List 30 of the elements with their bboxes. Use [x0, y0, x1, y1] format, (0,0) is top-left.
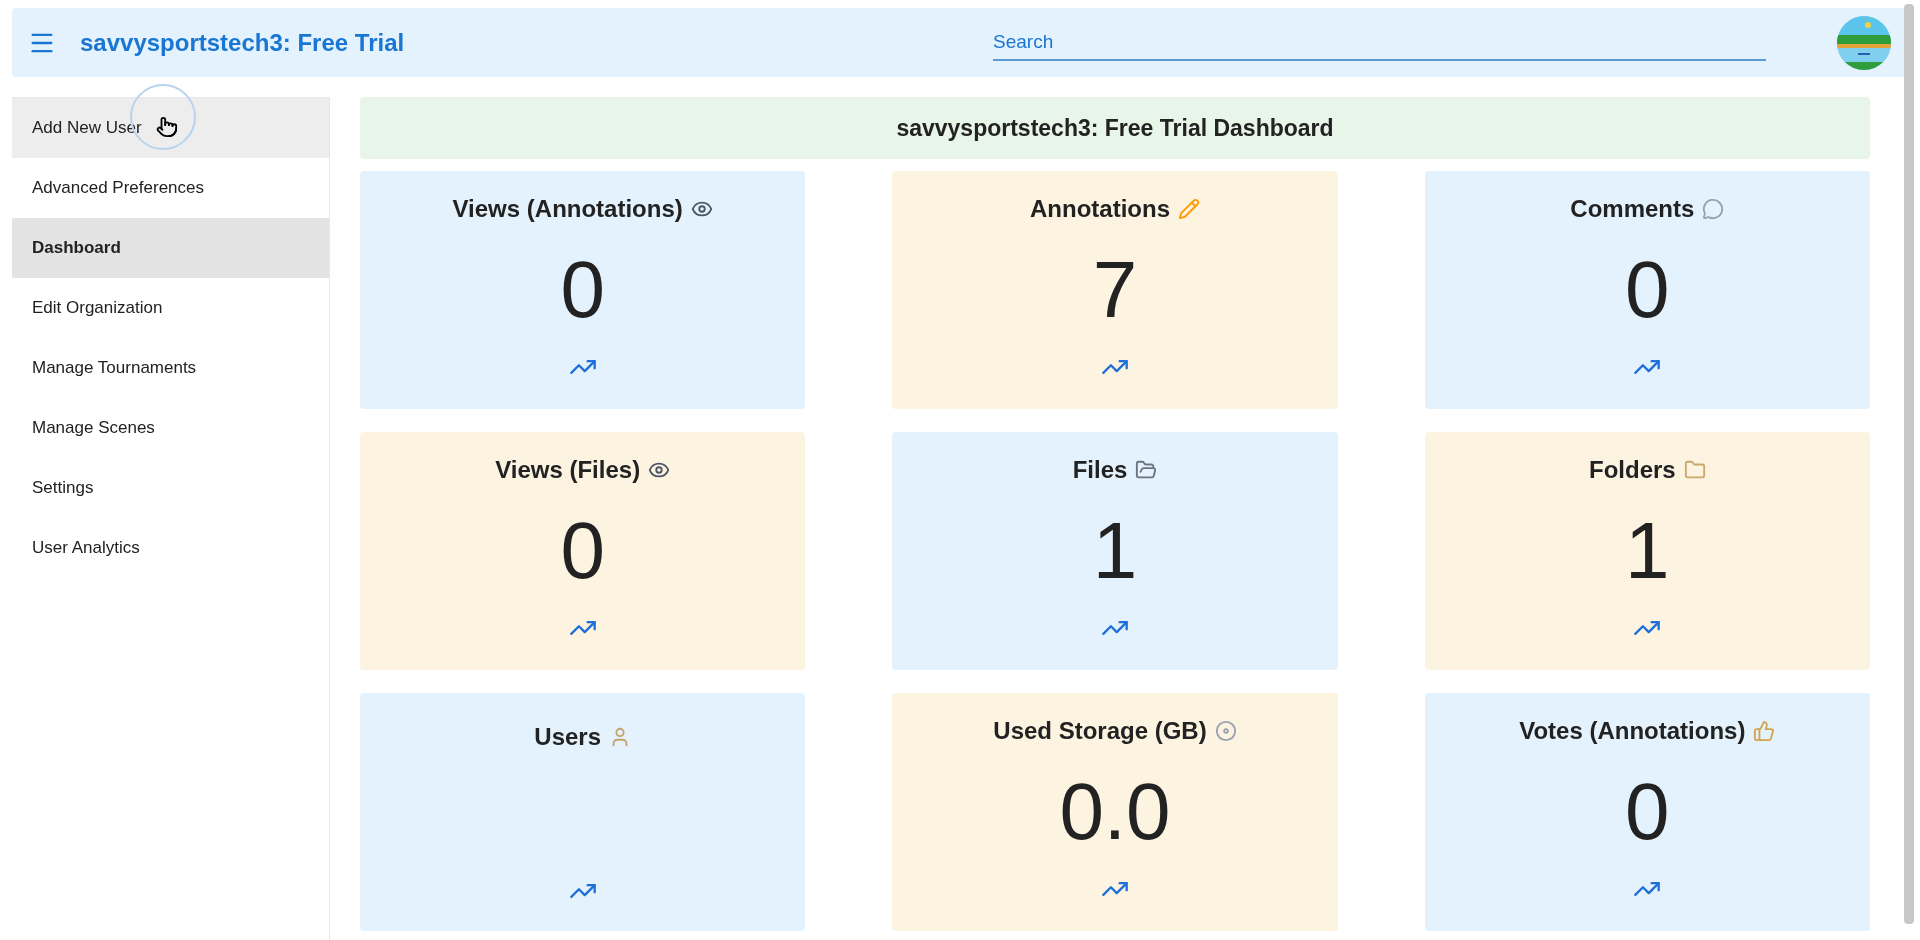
- card-title: Users: [534, 722, 601, 752]
- scrollbar[interactable]: [1904, 4, 1914, 924]
- speech-bubble-icon: [1702, 198, 1725, 220]
- hand-cursor-icon: [156, 116, 178, 138]
- card-title: Votes (Annotations): [1519, 716, 1746, 746]
- folder-icon: [1135, 459, 1158, 481]
- card-title: Annotations: [1030, 194, 1170, 224]
- card-value: 0.0: [1059, 766, 1171, 858]
- dashboard-title: savvysportstech3: Free Trial Dashboard: [360, 97, 1870, 159]
- app-title: savvysportstech3: Free Trial: [80, 27, 406, 58]
- pencil-icon: [1178, 198, 1200, 220]
- card-value: 1: [1092, 505, 1138, 597]
- card-title: Folders: [1589, 455, 1676, 485]
- thumbs-up-icon: [1753, 720, 1776, 742]
- card-title: Comments: [1570, 194, 1695, 224]
- card-value: 7: [1092, 244, 1138, 336]
- card-value: 1: [1625, 505, 1670, 597]
- sidebar-item[interactable]: Add New User: [12, 98, 329, 158]
- disc-icon: [1214, 720, 1237, 742]
- card-value: 0: [1625, 766, 1670, 858]
- card-value: 0: [1625, 244, 1670, 336]
- card-value: 0: [560, 244, 605, 336]
- card-title: Views (Annotations): [452, 194, 683, 224]
- card-title: Files: [1072, 455, 1128, 485]
- card-title: Used Storage (GB): [993, 716, 1207, 746]
- card-value: 0: [560, 505, 605, 597]
- folder-icon: [1683, 459, 1706, 481]
- sidebar-item[interactable]: Dashboard: [12, 218, 329, 278]
- card-title: Views (Files): [495, 455, 641, 485]
- search-field[interactable]: Search: [993, 24, 1766, 61]
